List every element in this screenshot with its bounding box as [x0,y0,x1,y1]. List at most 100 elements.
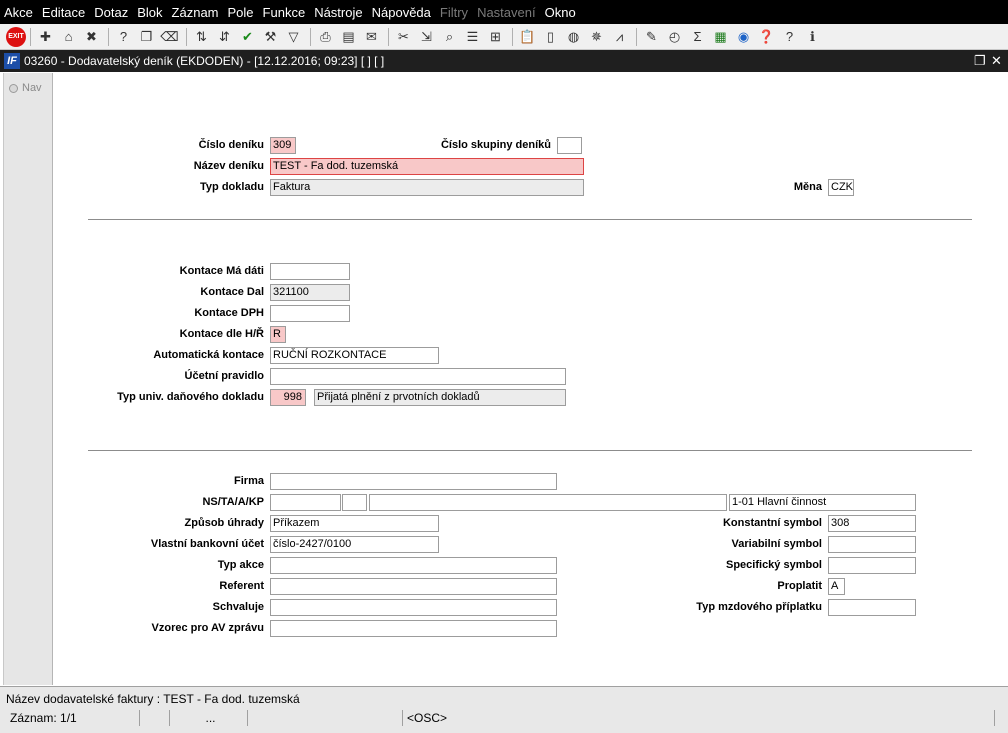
proplatit-field[interactable]: A [828,578,845,595]
wrench-icon[interactable]: ⚒ [260,27,281,47]
insert-record-icon[interactable]: ⌂ [58,27,79,47]
window-title: 03260 - Dodavatelský deník (EKDODEN) - [… [24,54,385,68]
delete-record-icon[interactable]: ✖ [81,27,102,47]
print-icon[interactable]: ⎙ [315,27,336,47]
menu-funkce[interactable]: Funkce [259,5,311,20]
menu-akce[interactable]: Akce [0,5,38,20]
variabilni-symbol-label: Variabilní symbol [731,538,822,550]
status-bar: Název dodavatelské faktury : TEST - Fa d… [0,686,1008,733]
menu-napoveda[interactable]: Nápověda [368,5,436,20]
status-row: Záznam: 1/1 ... <OSC> [6,710,1004,726]
kontace-dle-hr-field[interactable]: R [270,326,286,343]
firma-field[interactable] [270,473,557,490]
referent-label: Referent [219,580,264,592]
window-titlebar: IF 03260 - Dodavatelský deník (EKDODEN) … [0,50,1008,72]
status-cell [248,710,403,726]
kp-field[interactable]: 1-01 Hlavní činnost [729,494,916,511]
record-counter: Záznam: 1/1 [6,710,140,726]
konstantni-symbol-label: Konstantní symbol [722,517,822,529]
edit-icon[interactable]: ✎ [641,27,662,47]
copy-record-icon[interactable]: ❐ [136,27,157,47]
ta-field[interactable] [342,494,367,511]
cislo-deniku-field[interactable]: 309 [270,137,296,154]
cut-icon[interactable]: ✂ [393,27,414,47]
typ-dokladu-field[interactable]: Faktura [270,179,584,196]
globe-icon[interactable]: ◍ [563,27,584,47]
typ-mzdoveho-field[interactable] [828,599,916,616]
menu-editace[interactable]: Editace [38,5,90,20]
divider [88,450,972,452]
kontace-dal-field[interactable]: 321100 [270,284,350,301]
close-icon[interactable]: ✕ [991,50,1002,72]
schvaluje-label: Schvaluje [212,601,264,613]
chart-icon[interactable]: ⩘ [609,27,630,47]
query-icon[interactable]: ? [113,27,134,47]
cislo-skupiny-label: Číslo skupiny deníků [440,139,551,151]
sort-asc-icon[interactable]: ⇅ [191,27,212,47]
status-mode: <OSC> [403,710,995,726]
help-context-icon[interactable]: ❓ [756,27,777,47]
typ-univ-label: Typ univ. daňového dokladu [117,391,264,403]
info-icon[interactable]: ℹ [802,27,823,47]
typ-dokladu-label: Typ dokladu [200,181,264,193]
menu-zaznam[interactable]: Záznam [168,5,224,20]
menu-nastroje[interactable]: Nástroje [310,5,367,20]
excel-icon[interactable]: ▦ [710,27,731,47]
add-record-icon[interactable]: ✚ [35,27,56,47]
menu-bar: Akce Editace Dotaz Blok Záznam Pole Funk… [0,0,1008,24]
kontace-ma-dati-label: Kontace Má dáti [179,265,264,277]
zpusob-uhrady-label: Způsob úhrady [184,517,264,529]
automaticka-kontace-field[interactable]: RUČNÍ ROZKONTACE [270,347,439,364]
print-preview-icon[interactable]: ▤ [338,27,359,47]
gauge-icon[interactable]: ◴ [664,27,685,47]
search-icon[interactable]: ⌕ [439,27,460,47]
typ-univ-code-field[interactable]: 998 [270,389,306,406]
list-icon[interactable]: ☰ [462,27,483,47]
menu-blok[interactable]: Blok [133,5,167,20]
vlastni-ucet-label: Vlastní bankovní účet [150,538,264,550]
vzorec-field[interactable] [270,620,557,637]
ns-field[interactable] [270,494,341,511]
variabilni-symbol-field[interactable] [828,536,916,553]
sort-desc-icon[interactable]: ⇵ [214,27,235,47]
export-icon[interactable]: ⇲ [416,27,437,47]
document-icon[interactable]: ▯ [540,27,561,47]
konstantni-symbol-field[interactable]: 308 [828,515,916,532]
kontace-dph-field[interactable] [270,305,350,322]
checkmark-icon[interactable]: ✔ [237,27,258,47]
app-logo-icon: IF [4,53,20,69]
mena-label: Měna [793,181,822,193]
specificky-symbol-field[interactable] [828,557,916,574]
tree-icon[interactable]: ⊞ [485,27,506,47]
wheel-icon[interactable]: ✵ [586,27,607,47]
help-icon[interactable]: ? [779,27,800,47]
menu-dotaz[interactable]: Dotaz [90,5,133,20]
zpusob-uhrady-field[interactable]: Příkazem [270,515,439,532]
clear-icon[interactable]: ⌫ [159,27,180,47]
schvaluje-field[interactable] [270,599,557,616]
cislo-skupiny-field[interactable] [557,137,582,154]
mena-field[interactable]: CZK [828,179,854,196]
exit-icon[interactable]: EXIT [6,26,26,47]
sum-icon[interactable]: Σ [687,27,708,47]
restore-icon[interactable]: ❐ [974,50,986,72]
nazev-deniku-field[interactable]: TEST - Fa dod. tuzemská [270,158,584,175]
nav-radio-icon [9,83,18,93]
menu-okno[interactable]: Okno [541,5,581,20]
mail-icon[interactable]: ✉ [361,27,382,47]
a-field[interactable] [369,494,727,511]
referent-field[interactable] [270,578,557,595]
menu-pole[interactable]: Pole [224,5,259,20]
vlastni-ucet-field[interactable]: číslo-2427/0100 [270,536,439,553]
filter-icon[interactable]: ▽ [283,27,304,47]
ucetni-pravidlo-field[interactable] [270,368,566,385]
toolbar-separator [388,27,389,46]
status-cell: ... [170,710,248,726]
clipboard-icon[interactable]: 📋 [517,27,538,47]
kontace-dle-hr-label: Kontace dle H/Ř [179,328,264,340]
nav-toggle[interactable]: Nav [9,82,42,94]
typ-akce-field[interactable] [270,557,557,574]
toolbar: EXIT ✚ ⌂ ✖ ? ❐ ⌫ ⇅ ⇵ ✔ ⚒ ▽ ⎙ ▤ ✉ ✂ ⇲ ⌕ ☰… [0,24,1008,50]
internet-icon[interactable]: ◉ [733,27,754,47]
kontace-ma-dati-field[interactable] [270,263,350,280]
